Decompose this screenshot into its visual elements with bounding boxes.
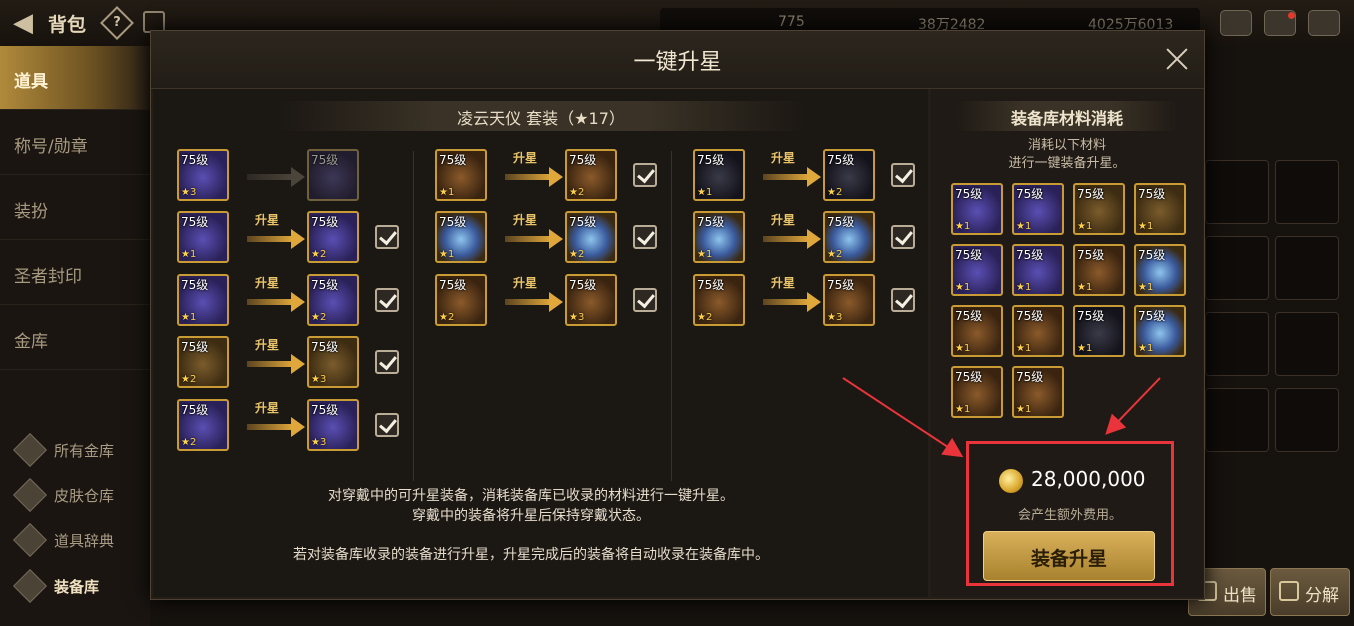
annotation-arrows — [842, 377, 1161, 458]
annotation-arrow-left — [842, 377, 964, 458]
annotation-arrow-right — [1105, 377, 1161, 435]
